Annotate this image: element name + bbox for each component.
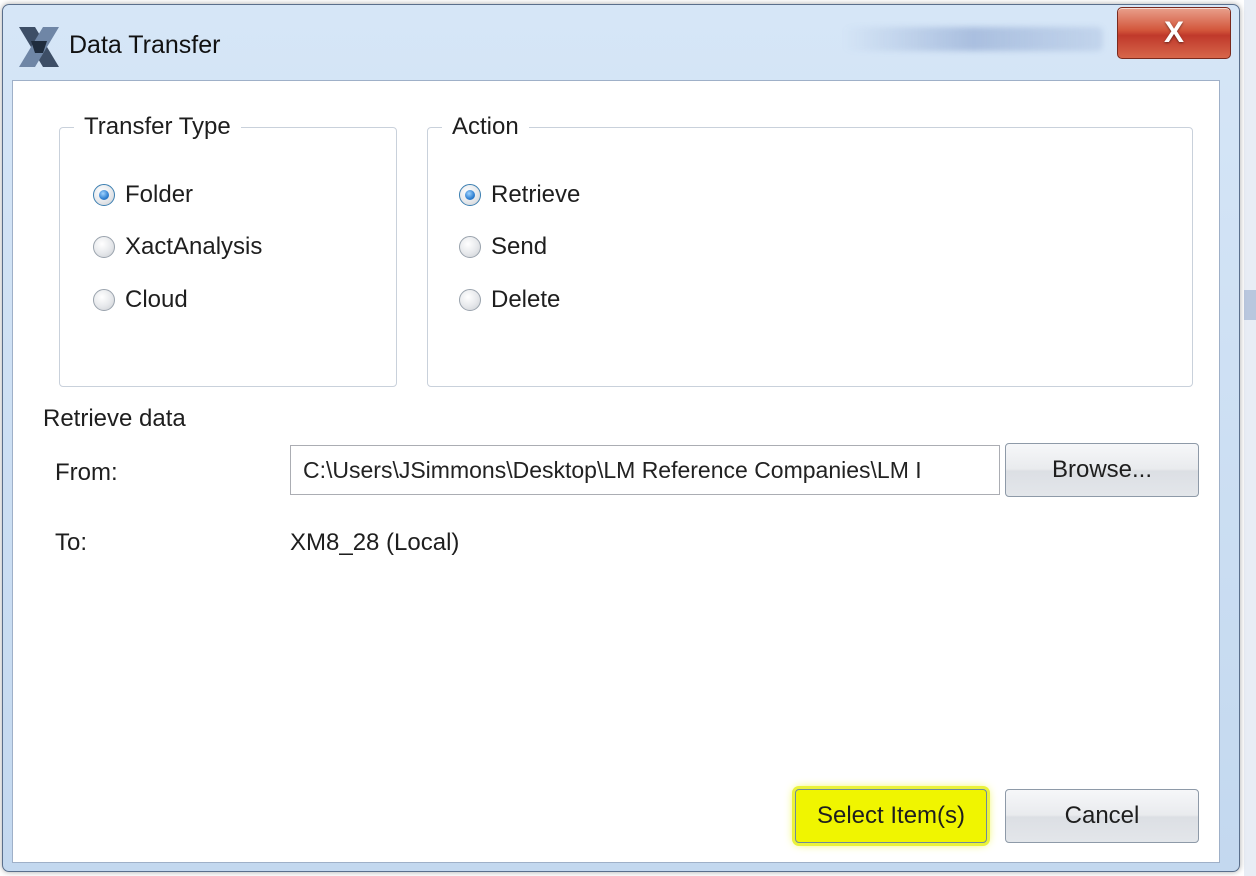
- xactimate-logo-icon: [19, 27, 59, 67]
- window-title: Data Transfer: [69, 31, 221, 59]
- radio-button-icon[interactable]: [93, 289, 115, 311]
- radio-cloud[interactable]: Cloud: [93, 286, 188, 314]
- to-label: To:: [55, 529, 88, 556]
- radio-retrieve-label: Retrieve: [491, 181, 581, 208]
- radio-xactanalysis[interactable]: XactAnalysis: [93, 233, 262, 261]
- background-window-title-ghost: [843, 27, 1103, 51]
- radio-send[interactable]: Send: [459, 233, 547, 261]
- radio-button-icon[interactable]: [459, 236, 481, 258]
- radio-folder-label: Folder: [125, 181, 194, 208]
- action-legend: Action: [452, 113, 519, 140]
- to-value: XM8_28 (Local): [290, 529, 460, 556]
- radio-button-icon[interactable]: [459, 289, 481, 311]
- radio-button-icon[interactable]: [459, 184, 481, 206]
- cancel-button[interactable]: Cancel: [1005, 789, 1199, 843]
- from-path-input[interactable]: [290, 445, 1000, 495]
- background-app-edge: [1244, 0, 1256, 876]
- radio-cloud-label: Cloud: [125, 286, 188, 313]
- title-bar: Data Transfer X: [3, 5, 1239, 81]
- background-app-edge-mark: [1244, 290, 1256, 320]
- browse-button[interactable]: Browse...: [1005, 443, 1199, 497]
- radio-button-icon[interactable]: [93, 184, 115, 206]
- radio-folder[interactable]: Folder: [93, 181, 193, 209]
- radio-send-label: Send: [491, 233, 548, 260]
- radio-delete-label: Delete: [491, 286, 561, 313]
- from-label: From:: [55, 459, 118, 486]
- transfer-type-legend: Transfer Type: [84, 113, 231, 140]
- radio-retrieve[interactable]: Retrieve: [459, 181, 580, 209]
- select-items-button[interactable]: Select Item(s): [795, 789, 987, 843]
- radio-button-icon[interactable]: [93, 236, 115, 258]
- dialog-content: Transfer Type Folder XactAnalysis Cloud …: [12, 80, 1220, 863]
- retrieve-data-heading: Retrieve data: [43, 405, 186, 432]
- radio-delete[interactable]: Delete: [459, 286, 560, 314]
- data-transfer-dialog: Data Transfer X Transfer Type Folder Xac…: [2, 4, 1240, 872]
- radio-xactanalysis-label: XactAnalysis: [125, 233, 263, 260]
- close-button[interactable]: X: [1117, 7, 1231, 59]
